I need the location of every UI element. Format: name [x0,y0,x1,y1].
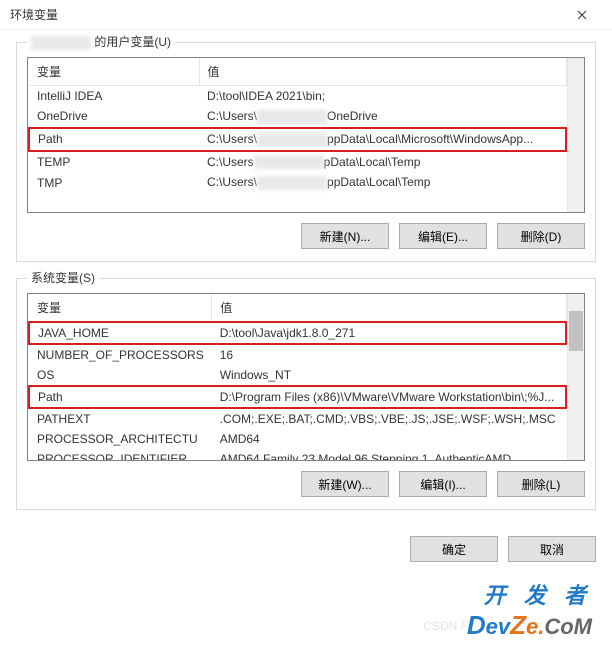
var-value: D:\tool\Java\jdk1.8.0_271 [212,322,566,344]
var-name: TEMP [29,151,199,173]
var-name: Path [29,128,199,151]
var-name: OneDrive [29,106,199,128]
redacted-text [257,176,327,190]
table-row[interactable]: OneDriveC:\Users\OneDrive [29,106,566,128]
user-variables-label: 的用户变量(U) [27,33,175,50]
var-name: Path [29,386,212,408]
var-name: PROCESSOR_IDENTIFIER [29,449,212,461]
var-name: NUMBER_OF_PROCESSORS [29,344,212,365]
var-value: C:\Users\ppData\Local\Temp [199,172,566,193]
window-title: 环境变量 [10,6,562,23]
title-bar: 环境变量 [0,0,612,30]
dialog-buttons: 确定 取消 [0,526,612,562]
watermark-line1: 开 发 者 [467,578,592,610]
sys-new-button[interactable]: 新建(W)... [301,471,389,497]
var-value: C:\Users\ppData\Local\Microsoft\WindowsA… [199,128,566,151]
system-variables-label: 系统变量(S) [27,269,99,286]
close-button[interactable] [562,0,602,30]
var-value: .COM;.EXE;.BAT;.CMD;.VBS;.VBE;.JS;.JSE;.… [212,408,566,429]
var-name: PATHEXT [29,408,212,429]
redacted-text [254,155,324,169]
var-name: IntelliJ IDEA [29,86,199,107]
scrollbar[interactable] [567,294,584,460]
var-value: D:\tool\IDEA 2021\bin; [199,86,566,107]
col-header-variable[interactable]: 变量 [29,58,199,86]
var-value: Windows_NT [212,365,566,386]
user-delete-button[interactable]: 删除(D) [497,223,585,249]
table-row[interactable]: TEMPC:\UserspData\Local\Temp [29,151,566,173]
var-value: 16 [212,344,566,365]
var-name: OS [29,365,212,386]
user-edit-button[interactable]: 编辑(E)... [399,223,487,249]
table-row[interactable]: IntelliJ IDEAD:\tool\IDEA 2021\bin; [29,86,566,107]
table-row[interactable]: PathD:\Program Files (x86)\VMware\VMware… [29,386,566,408]
col-header-value[interactable]: 值 [199,58,566,86]
var-name: JAVA_HOME [29,322,212,344]
table-row[interactable]: PathC:\Users\ppData\Local\Microsoft\Wind… [29,128,566,151]
system-variables-group: 系统变量(S) 变量 值 JAVA_HOMED:\tool\Java\jdk1.… [16,278,596,510]
table-row[interactable]: NUMBER_OF_PROCESSORS16 [29,344,566,365]
table-row[interactable]: TMPC:\Users\ppData\Local\Temp [29,172,566,193]
watermark-line2: DevZe.CoM [467,610,592,641]
col-header-variable[interactable]: 变量 [29,294,212,322]
scrollbar[interactable] [567,58,584,212]
redacted-username [31,36,91,50]
watermark: 开 发 者 DevZe.CoM [467,578,592,641]
table-row[interactable]: OSWindows_NT [29,365,566,386]
sys-edit-button[interactable]: 编辑(I)... [399,471,487,497]
csdn-watermark: CSDN Fr [423,619,472,633]
table-row[interactable]: JAVA_HOMED:\tool\Java\jdk1.8.0_271 [29,322,566,344]
user-variables-table[interactable]: 变量 值 IntelliJ IDEAD:\tool\IDEA 2021\bin;… [27,57,585,213]
redacted-text [257,133,327,147]
var-value: C:\UserspData\Local\Temp [199,151,566,173]
sys-delete-button[interactable]: 删除(L) [497,471,585,497]
var-name: TMP [29,172,199,193]
scrollbar-thumb[interactable] [569,311,583,351]
table-row[interactable]: PROCESSOR_IDENTIFIERAMD64 Family 23 Mode… [29,449,566,461]
var-value: D:\Program Files (x86)\VMware\VMware Wor… [212,386,566,408]
user-new-button[interactable]: 新建(N)... [301,223,389,249]
close-icon [577,10,587,20]
table-row[interactable]: PROCESSOR_ARCHITECTUAMD64 [29,429,566,449]
var-value: AMD64 [212,429,566,449]
table-row[interactable]: PATHEXT.COM;.EXE;.BAT;.CMD;.VBS;.VBE;.JS… [29,408,566,429]
var-value: C:\Users\OneDrive [199,106,566,128]
redacted-text [257,110,327,124]
cancel-button[interactable]: 取消 [508,536,596,562]
var-name: PROCESSOR_ARCHITECTU [29,429,212,449]
user-variables-group: 的用户变量(U) 变量 值 IntelliJ IDEAD:\tool\IDEA … [16,42,596,262]
col-header-value[interactable]: 值 [212,294,566,322]
system-variables-table[interactable]: 变量 值 JAVA_HOMED:\tool\Java\jdk1.8.0_271N… [27,293,585,461]
var-value: AMD64 Family 23 Model 96 Stepping 1, Aut… [212,449,566,461]
ok-button[interactable]: 确定 [410,536,498,562]
